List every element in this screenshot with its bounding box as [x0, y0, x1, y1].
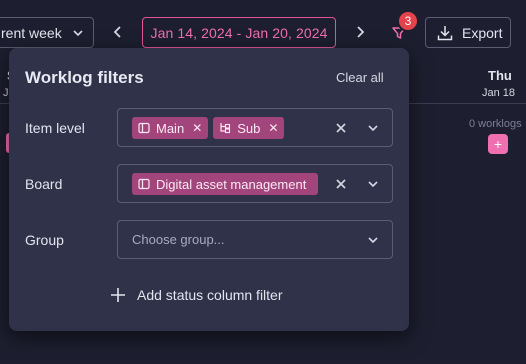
week-select[interactable]: rent week — [0, 17, 94, 48]
chip-sub: Sub ✕ — [213, 117, 285, 139]
board-icon — [138, 122, 150, 134]
day-date-left: J — [3, 87, 9, 99]
worklog-filters-panel: Worklog filters Clear all Item level Mai… — [9, 48, 409, 331]
add-status-filter-label: Add status column filter — [137, 287, 283, 303]
group-label: Group — [25, 232, 64, 248]
clear-board-icon[interactable] — [334, 177, 348, 191]
chip-label: Sub — [237, 120, 261, 136]
day-date-thu: Jan 18 — [482, 87, 516, 99]
clear-item-level-icon[interactable] — [334, 121, 348, 135]
board-select[interactable]: Digital asset management — [117, 164, 393, 203]
chevron-right-icon — [355, 26, 365, 38]
board-icon — [138, 178, 150, 190]
remove-chip-sub-icon[interactable]: ✕ — [268, 121, 278, 135]
subitem-icon — [219, 122, 231, 134]
download-icon — [436, 24, 454, 42]
item-level-select[interactable]: Main ✕ Sub ✕ — [117, 108, 393, 147]
export-button[interactable]: Export — [425, 17, 511, 48]
panel-title: Worklog filters — [25, 68, 144, 87]
chevron-down-icon[interactable] — [366, 121, 380, 135]
chip-main: Main ✕ — [132, 117, 209, 139]
chevron-down-icon[interactable] — [366, 233, 380, 247]
plus-icon — [109, 286, 127, 304]
item-level-label: Item level — [25, 120, 85, 136]
date-range-label: Jan 14, 2024 - Jan 20, 2024 — [150, 24, 328, 41]
chevron-down-icon — [72, 27, 84, 39]
add-worklog-button[interactable]: + — [488, 134, 508, 154]
previous-week-button[interactable] — [109, 22, 127, 42]
week-select-value: rent week — [1, 24, 62, 41]
chip-label: Main — [156, 120, 185, 136]
export-label: Export — [462, 24, 503, 41]
chip-board: Digital asset management — [132, 173, 318, 195]
board-label: Board — [25, 176, 63, 192]
remove-chip-main-icon[interactable]: ✕ — [192, 121, 202, 135]
chip-label: Digital asset management — [156, 176, 307, 192]
next-week-button[interactable] — [351, 22, 369, 42]
chevron-down-icon[interactable] — [366, 177, 380, 191]
day-name-thu: Thu — [488, 68, 512, 83]
chevron-left-icon — [113, 26, 123, 38]
worklogs-count: 0 worklogs — [469, 118, 522, 130]
filter-count-badge: 3 — [397, 10, 419, 32]
group-select[interactable]: Choose group... — [117, 220, 393, 259]
group-placeholder: Choose group... — [132, 232, 225, 247]
add-status-filter-button[interactable]: Add status column filter — [109, 286, 283, 304]
date-range-picker[interactable]: Jan 14, 2024 - Jan 20, 2024 — [142, 17, 336, 48]
clear-all-button[interactable]: Clear all — [336, 70, 384, 85]
